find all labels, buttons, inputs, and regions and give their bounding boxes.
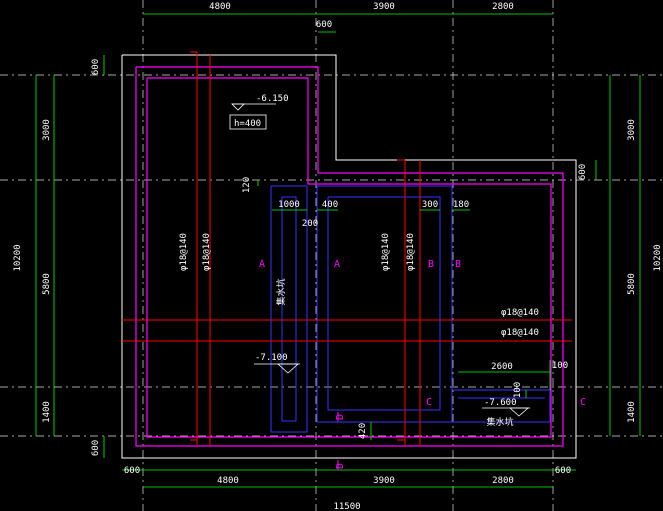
dim-left-2: 5800 bbox=[42, 273, 52, 295]
dim-top-1: 4800 bbox=[209, 2, 231, 12]
dim-100-b: 100 bbox=[513, 382, 523, 398]
pit-label-1: 集水坑 bbox=[275, 278, 287, 305]
dim-bottom-left-edge: 600 bbox=[124, 466, 140, 476]
dim-right-2: 5800 bbox=[627, 273, 637, 295]
section-b-left: B bbox=[428, 259, 434, 270]
dim-right-3: 1400 bbox=[627, 401, 637, 423]
dim-bottom-total: 11500 bbox=[333, 502, 360, 511]
elevation-markers bbox=[229, 103, 530, 417]
dim-1000: 1000 bbox=[278, 200, 300, 210]
dim-400: 400 bbox=[322, 200, 338, 210]
dim-right-step: 600 bbox=[578, 164, 588, 180]
section-a-left: A bbox=[259, 259, 265, 270]
dim-420: 420 bbox=[358, 423, 368, 439]
section-c-right: C bbox=[580, 397, 586, 408]
dim-right-1: 3000 bbox=[627, 119, 637, 141]
section-c-left: C bbox=[426, 397, 432, 408]
dim-100-a: 100 bbox=[552, 361, 568, 371]
dim-top-notch: 600 bbox=[316, 20, 332, 30]
pit-label-2: 集水坑 bbox=[486, 416, 513, 428]
dim-top-3: 2800 bbox=[492, 2, 514, 12]
dim-left-total: 10200 bbox=[13, 244, 23, 271]
rebar-label-3: φ18@140 bbox=[381, 233, 391, 271]
thickness-text: h=400 bbox=[234, 119, 261, 129]
dim-120: 120 bbox=[242, 177, 252, 193]
foundation-plan-drawing: 4800 3900 2800 600 4800 3900 2800 11500 … bbox=[0, 0, 663, 511]
dim-bottom-right-edge: 600 bbox=[555, 466, 571, 476]
dim-180: 180 bbox=[453, 200, 469, 210]
dim-bottom-1: 4800 bbox=[217, 476, 239, 486]
dim-bottom-2: 3900 bbox=[373, 476, 395, 486]
dim-left-1: 3000 bbox=[42, 119, 52, 141]
section-b-right: B bbox=[455, 259, 461, 270]
dimension-text: 4800 3900 2800 600 4800 3900 2800 11500 … bbox=[13, 2, 663, 511]
dim-bottom-3: 2800 bbox=[492, 476, 514, 486]
section-a-right: A bbox=[334, 259, 340, 270]
interior-annotations: 120 1000 200 400 300 180 2600 100 100 42… bbox=[234, 94, 568, 439]
dim-300: 300 bbox=[422, 200, 438, 210]
rebar-label-1: φ18@140 bbox=[179, 233, 189, 271]
level-c-text: -7.600 bbox=[484, 398, 517, 408]
dim-left-top: 600 bbox=[91, 59, 101, 75]
dim-left-bottom: 600 bbox=[91, 440, 101, 456]
dim-2600: 2600 bbox=[491, 362, 513, 372]
dim-right-total: 10200 bbox=[653, 244, 663, 271]
dim-left-3: 1400 bbox=[42, 401, 52, 423]
rebar-label-5: φ18@140 bbox=[501, 308, 539, 318]
rebar-label-4: φ18@140 bbox=[406, 233, 416, 271]
level-a-text: -6.150 bbox=[256, 94, 289, 104]
section-d-bottom: D bbox=[335, 463, 346, 469]
section-d-top: D bbox=[335, 414, 346, 420]
level-b-text: -7.100 bbox=[255, 353, 288, 363]
dim-200: 200 bbox=[302, 219, 318, 229]
rebar-label-6: φ18@140 bbox=[501, 328, 539, 338]
dim-top-2: 3900 bbox=[373, 2, 395, 12]
rebar-labels: φ18@140 φ18@140 φ18@140 φ18@140 φ18@140 … bbox=[179, 233, 539, 338]
foundation-outline bbox=[135, 66, 564, 447]
rebar-label-2: φ18@140 bbox=[202, 233, 212, 271]
